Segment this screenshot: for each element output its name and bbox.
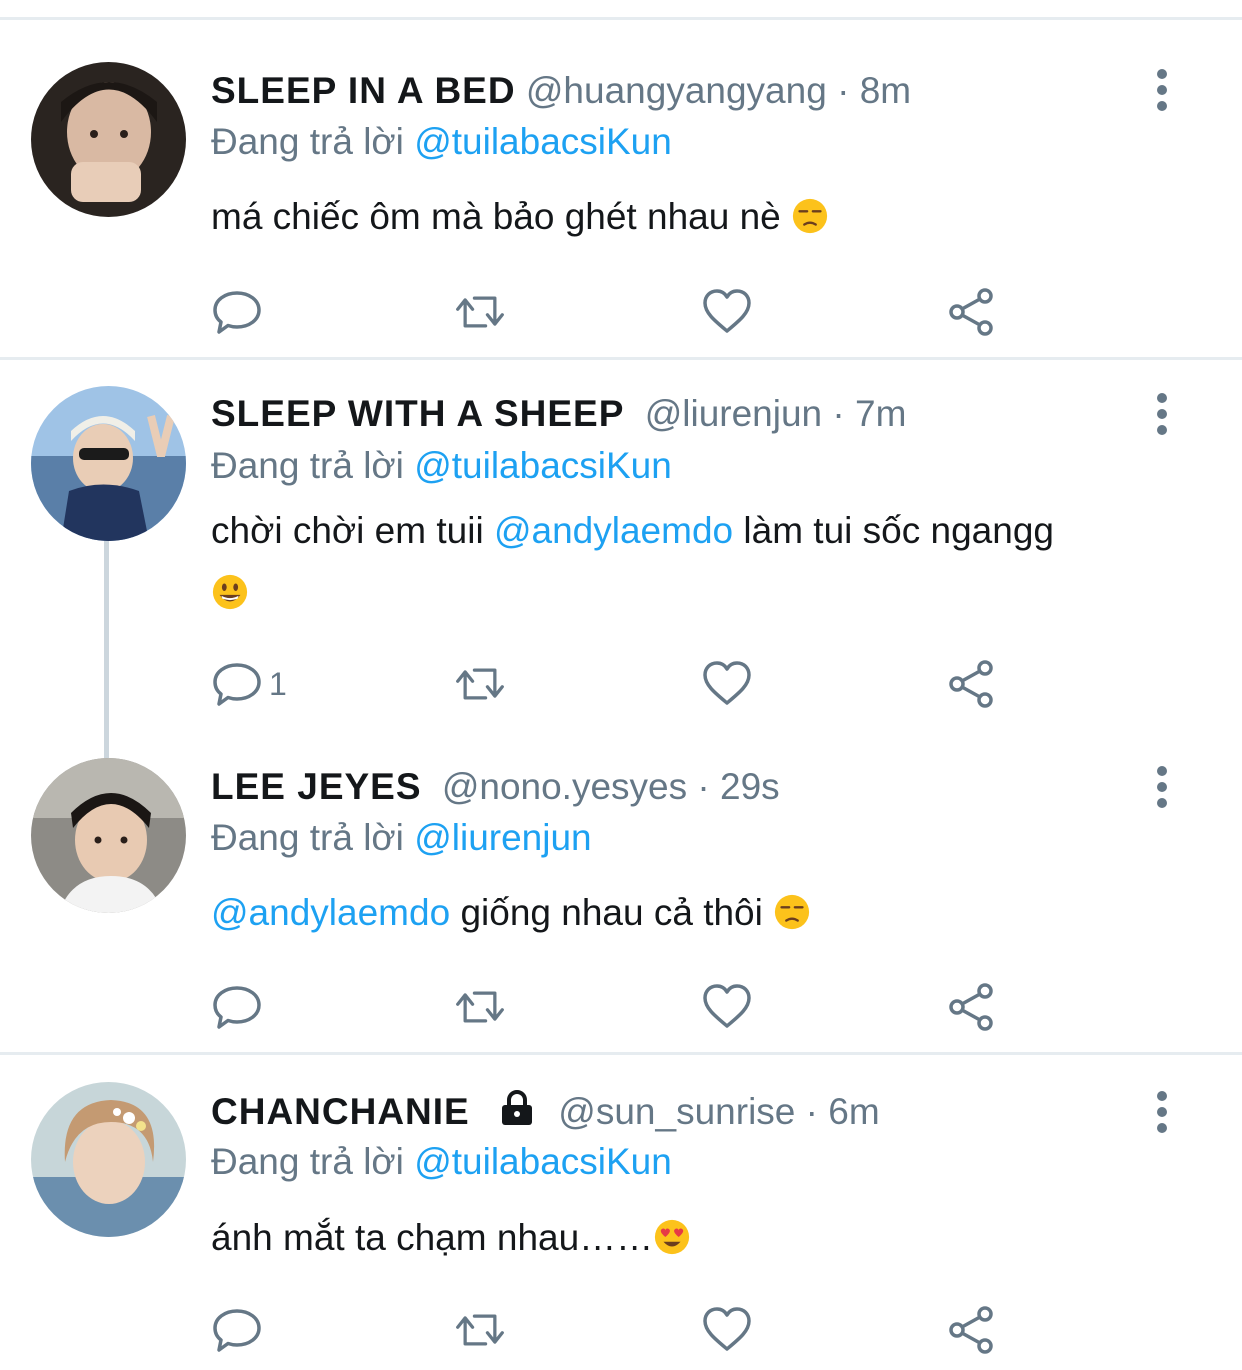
retweet-icon xyxy=(456,668,504,700)
share-button[interactable] xyxy=(945,659,997,709)
timestamp[interactable]: 8m xyxy=(860,70,911,111)
tweet-header: CHANCHANIE @sun_sunrise · 6m xyxy=(211,1089,880,1135)
retweet-icon xyxy=(456,296,504,328)
tweet-text: chời chời em tuii @andylaemdo làm tui số… xyxy=(211,500,1191,624)
tweet-replies-timeline: SLEEP IN A BED @huangyangyang · 8m Đang … xyxy=(0,0,1242,1370)
share-button[interactable] xyxy=(945,982,997,1032)
like-button[interactable] xyxy=(701,982,753,1032)
more-vertical-icon[interactable] xyxy=(1150,392,1174,436)
replying-to: Đang trả lời @tuilabacsiKun xyxy=(211,119,672,165)
heart-icon xyxy=(703,661,751,705)
reply-icon xyxy=(213,986,261,1029)
retweet-button[interactable] xyxy=(454,659,506,709)
replying-to-link[interactable]: @tuilabacsiKun xyxy=(414,445,672,486)
reply-button[interactable]: 1 xyxy=(211,659,287,709)
divider xyxy=(0,17,1242,20)
heart-eyes-face-icon xyxy=(655,1219,690,1255)
display-name[interactable]: LEE JEYES xyxy=(211,766,422,807)
unamused-face-icon xyxy=(775,894,810,930)
reply-count: 1 xyxy=(269,665,287,702)
tweet-text-content: ánh mắt ta chạm nhau…… xyxy=(211,1217,654,1258)
avatar[interactable] xyxy=(31,386,186,541)
like-button[interactable] xyxy=(701,1305,753,1355)
replying-to-label: Đang trả lời xyxy=(211,445,404,486)
heart-icon xyxy=(703,1307,751,1351)
replying-to: Đang trả lời @tuilabacsiKun xyxy=(211,1139,672,1185)
separator-dot: · xyxy=(832,393,845,434)
tweet-text-before: chời chời em tuii xyxy=(211,510,484,551)
timestamp[interactable]: 7m xyxy=(855,393,906,434)
tweet-text-after: làm tui sốc ngangg xyxy=(743,510,1054,551)
display-name[interactable]: CHANCHANIE xyxy=(211,1091,470,1132)
separator-dot: · xyxy=(837,70,850,111)
tweet-actions: 1 xyxy=(211,659,1011,709)
retweet-button[interactable] xyxy=(454,1305,506,1355)
username[interactable]: @liurenjun xyxy=(645,393,822,434)
timestamp[interactable]: 29s xyxy=(720,766,780,807)
more-vertical-icon[interactable] xyxy=(1150,765,1174,809)
heart-icon xyxy=(703,289,751,333)
avatar[interactable] xyxy=(31,1082,186,1237)
timestamp[interactable]: 6m xyxy=(828,1091,879,1132)
retweet-button[interactable] xyxy=(454,982,506,1032)
username[interactable]: @sun_sunrise xyxy=(558,1091,795,1132)
retweet-icon xyxy=(456,991,504,1023)
tweet-header: SLEEP IN A BED @huangyangyang · 8m xyxy=(211,68,911,114)
more-vertical-icon[interactable] xyxy=(1150,68,1174,112)
share-icon xyxy=(949,983,993,1031)
share-icon xyxy=(949,288,993,336)
share-icon xyxy=(949,1306,993,1354)
reply-button[interactable] xyxy=(211,1305,269,1355)
share-button[interactable] xyxy=(945,1305,997,1355)
replying-to-label: Đang trả lời xyxy=(211,817,404,858)
avatar[interactable] xyxy=(31,62,186,217)
mention-link[interactable]: @andylaemdo xyxy=(211,892,450,933)
separator-dot: · xyxy=(697,766,710,807)
replying-to: Đang trả lời @tuilabacsiKun xyxy=(211,443,672,489)
separator-dot: · xyxy=(805,1091,818,1132)
tweet-text-after: giống nhau cả thôi xyxy=(460,892,763,933)
like-button[interactable] xyxy=(701,659,753,709)
share-icon xyxy=(949,660,993,708)
grinning-face-icon xyxy=(212,574,248,610)
tweet-header: LEE JEYES @nono.yesyes · 29s xyxy=(211,764,780,810)
reply-icon xyxy=(213,1309,261,1352)
divider xyxy=(0,357,1242,360)
reply-button[interactable] xyxy=(211,287,269,337)
replying-to-label: Đang trả lời xyxy=(211,121,404,162)
lock-icon xyxy=(502,1090,533,1125)
mention-link[interactable]: @andylaemdo xyxy=(494,510,733,551)
reply-icon xyxy=(213,663,261,706)
more-vertical-icon[interactable] xyxy=(1150,1090,1174,1134)
tweet-text-content: má chiếc ôm mà bảo ghét nhau nè xyxy=(211,196,781,237)
avatar[interactable] xyxy=(31,758,186,913)
replying-to-label: Đang trả lời xyxy=(211,1141,404,1182)
share-button[interactable] xyxy=(945,287,997,337)
tweet-actions xyxy=(211,1305,1011,1355)
tweet-text: @andylaemdo giống nhau cả thôi xyxy=(211,882,1191,944)
username[interactable]: @nono.yesyes xyxy=(442,766,687,807)
retweet-icon xyxy=(456,1314,504,1346)
replying-to-link[interactable]: @tuilabacsiKun xyxy=(414,1141,672,1182)
thread-connector xyxy=(104,540,109,758)
divider xyxy=(0,1052,1242,1055)
tweet-actions xyxy=(211,287,1011,337)
replying-to-link[interactable]: @tuilabacsiKun xyxy=(414,121,672,162)
display-name[interactable]: SLEEP IN A BED xyxy=(211,70,516,111)
replying-to: Đang trả lời @liurenjun xyxy=(211,815,592,861)
tweet-text: ánh mắt ta chạm nhau…… xyxy=(211,1207,1191,1269)
tweet-text: má chiếc ôm mà bảo ghét nhau nè xyxy=(211,186,1191,248)
replying-to-link[interactable]: @liurenjun xyxy=(414,817,591,858)
unamused-face-icon xyxy=(792,198,828,234)
display-name[interactable]: SLEEP WITH A SHEEP xyxy=(211,393,624,434)
username[interactable]: @huangyangyang xyxy=(526,70,827,111)
tweet-actions xyxy=(211,982,1011,1032)
reply-icon xyxy=(213,291,261,334)
reply-button[interactable] xyxy=(211,982,269,1032)
retweet-button[interactable] xyxy=(454,287,506,337)
tweet-header: SLEEP WITH A SHEEP @liurenjun · 7m xyxy=(211,391,906,437)
like-button[interactable] xyxy=(701,287,753,337)
heart-icon xyxy=(703,984,751,1028)
